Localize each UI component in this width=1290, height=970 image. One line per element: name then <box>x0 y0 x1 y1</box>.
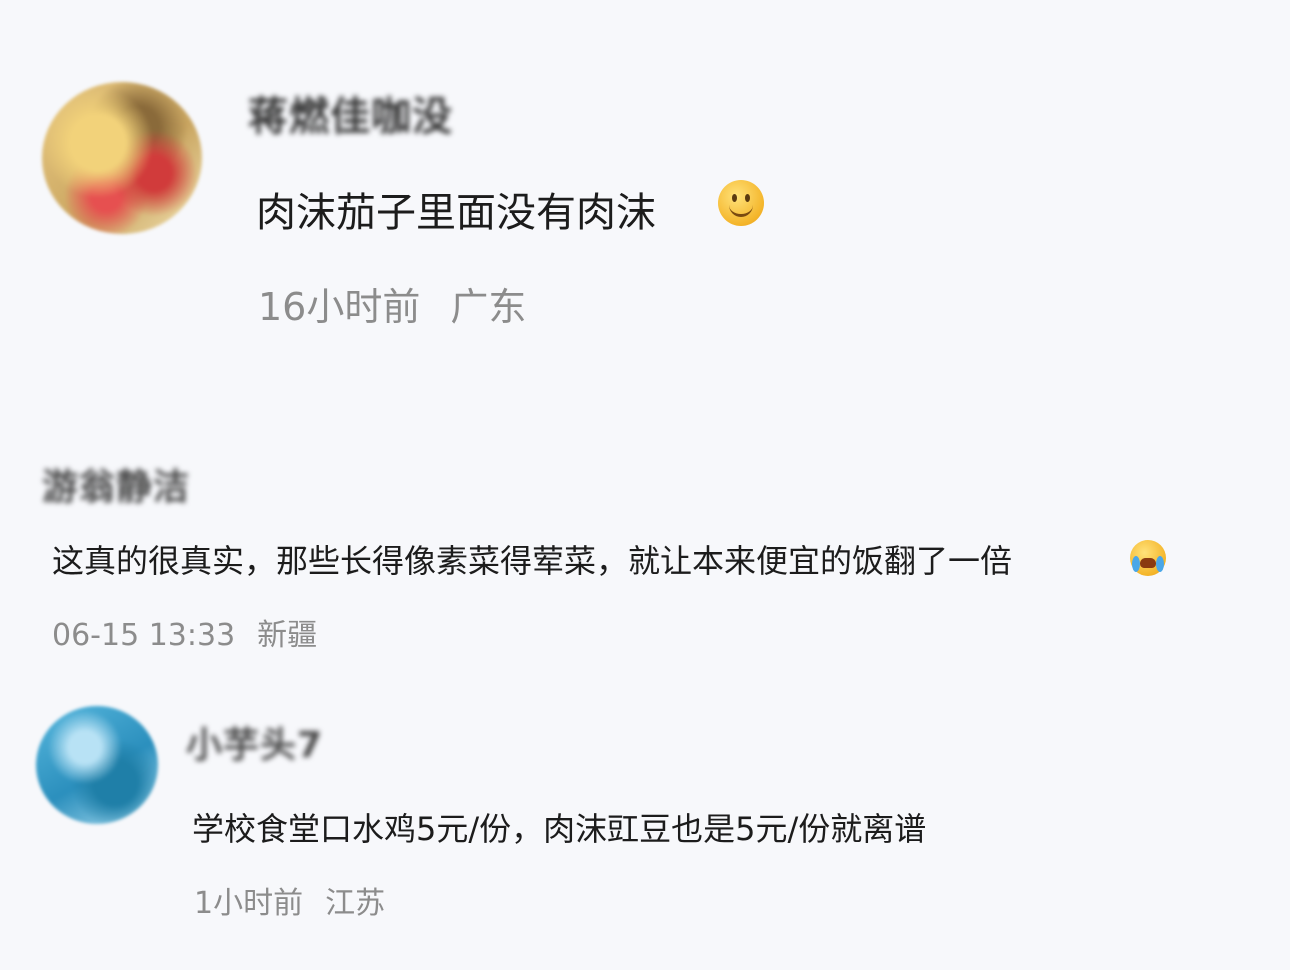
comment-meta: 06-15 13:33 新疆 <box>52 610 317 654</box>
comment-text: 肉沫茄子里面没有肉沫 <box>256 190 656 236</box>
comment-meta: 16小时前 广东 <box>258 276 526 331</box>
laugh-cry-emoji-icon <box>1130 540 1166 576</box>
comment-time: 06-15 13:33 <box>52 618 236 653</box>
smile-emoji-icon <box>718 180 764 226</box>
username[interactable]: 蒋燃佳咖没 <box>248 84 453 142</box>
comment-meta: 1小时前 江苏 <box>194 878 385 922</box>
comment-time: 16小时前 <box>258 285 421 329</box>
comment-text: 这真的很真实，那些长得像素菜得荤菜，就让本来便宜的饭翻了一倍 <box>52 542 1013 580</box>
username[interactable]: 小芋头7 <box>186 716 323 768</box>
comment-location: 新疆 <box>257 618 318 653</box>
comment-text: 学校食堂口水鸡5元/份，肉沫豇豆也是5元/份就离谱 <box>192 810 927 848</box>
comment-location: 广东 <box>450 285 527 329</box>
comment-location: 江苏 <box>325 886 386 921</box>
avatar[interactable] <box>36 706 158 824</box>
username[interactable]: 游翁静洁 <box>42 458 190 510</box>
avatar[interactable] <box>42 82 202 234</box>
comment-time: 1小时前 <box>194 886 304 921</box>
